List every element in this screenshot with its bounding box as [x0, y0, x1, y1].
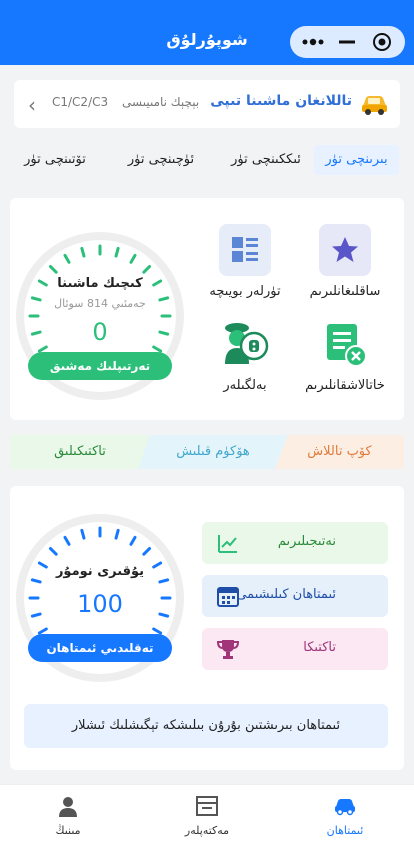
sequential-practice-button[interactable]: تەرتىپلىك مەشىق: [28, 352, 172, 380]
school-icon: [196, 796, 218, 816]
nav-mine-label: مىنىڭ: [55, 824, 81, 837]
bottom-navigation: مىنىڭ مەكتەپلەر ئىمتاھان: [0, 784, 414, 843]
close-target-icon[interactable]: [368, 32, 396, 52]
gauge-title: كىچىك ماشىنا: [57, 276, 143, 291]
favorites-tool[interactable]: ساقلىغانلىرىم: [295, 224, 395, 299]
mock-exam-button[interactable]: تەقلىدىي ئىمتاھان: [28, 634, 172, 662]
gauge-subtitle: جەمئىي 814 سوئال: [54, 297, 146, 310]
star-icon: [319, 224, 371, 276]
chapters-tool[interactable]: تۈرلەر بويىچە: [195, 224, 295, 299]
nav-mine[interactable]: مىنىڭ: [18, 795, 118, 837]
error-doc-icon: [319, 318, 371, 370]
app-header: شوپۇرلۇق: [0, 0, 414, 65]
exam-gauge-value: 100: [77, 590, 123, 618]
chapters-label: تۈرلەر بويىچە: [209, 284, 281, 299]
gauge-tick: [158, 578, 170, 584]
results-label: نەتىجىلىرىم: [277, 534, 336, 549]
tips-label: تاكتىكا: [303, 640, 336, 655]
more-icon[interactable]: [299, 32, 327, 52]
exam-panel: يۇقىرى نومۇر 100 تەقلىدىي ئىمتاھان نەتىج…: [10, 486, 404, 770]
schedule-card[interactable]: ئىمتاھان كىلىشىمى: [202, 575, 388, 617]
trophy-icon: [216, 640, 240, 659]
gauge-tick: [30, 578, 42, 584]
car-type-hint: بېچېك نامىيىسى: [122, 95, 200, 109]
mistakes-tool[interactable]: خاتالاشقانلىرىم: [295, 318, 395, 393]
tab-subject-3[interactable]: ئۈچىنچى تۈر: [112, 145, 210, 175]
practice-panel: كىچىك ماشىنا جەمئىي 814 سوئال 0 تەرتىپلى…: [10, 198, 404, 420]
subject-tabs: تۆتىنچى تۈر ئۈچىنچى تۈر ئىككىنچى تۈر بىر…: [14, 145, 400, 177]
gauge-value: 0: [92, 318, 108, 346]
gauge-tick: [80, 528, 86, 540]
exam-gauge-title: يۇقىرى نومۇر: [55, 564, 145, 579]
favorites-label: ساقلىغانلىرىم: [309, 284, 381, 299]
user-icon: [59, 797, 77, 817]
ribbon-stats[interactable]: تاكتىكىلىق: [10, 435, 150, 469]
practice-gauge[interactable]: كىچىك ماشىنا جەمئىي 814 سوئال 0 تەرتىپلى…: [14, 230, 186, 402]
nav-school[interactable]: مەكتەپلەر: [157, 795, 257, 837]
mistakes-label: خاتالاشقانلىرىم: [305, 378, 385, 393]
signs-label: بەلگىلەر: [223, 378, 267, 393]
car-type-title: تاللانغان ماشىنا تىپى: [210, 93, 352, 109]
traffic-police-icon: [219, 318, 271, 370]
schedule-label: ئىمتاھان كىلىشىمى: [236, 587, 336, 602]
exam-notice[interactable]: ئىمتاھان بىرىشتىن بۇرۇن بىلىشكە تېگىشلىك…: [24, 704, 388, 748]
gauge-tick: [114, 246, 120, 258]
tab-subject-2[interactable]: ئىككىنچى تۈر: [217, 145, 315, 175]
list-icon: [219, 224, 271, 276]
gauge-tick: [80, 246, 86, 258]
car-nav-icon: [335, 799, 355, 816]
minimize-icon[interactable]: [333, 32, 361, 52]
signs-tool[interactable]: بەلگىلەر: [195, 318, 295, 393]
miniprogram-capsule: [290, 26, 405, 58]
car-icon: [362, 96, 387, 115]
license-codes: C1/C2/C3: [52, 95, 109, 109]
gauge-tick: [114, 528, 120, 540]
nav-exam[interactable]: ئىمتاھان: [295, 795, 395, 837]
chevron-left-icon: ‹: [28, 93, 36, 117]
tips-card[interactable]: تاكتىكا: [202, 628, 388, 670]
nav-school-label: مەكتەپلەر: [184, 824, 230, 837]
results-card[interactable]: نەتىجىلىرىم: [202, 522, 388, 564]
ribbon-judge[interactable]: ھۆكۈم قىلىش: [138, 435, 288, 469]
exam-gauge[interactable]: يۇقىرى نومۇر 100 تەقلىدىي ئىمتاھان: [14, 512, 186, 684]
chart-up-icon: [218, 535, 237, 553]
ribbon-multiple-choice[interactable]: كۆپ تاللاش: [275, 435, 404, 469]
tab-subject-4[interactable]: تۆتىنچى تۈر: [14, 145, 96, 175]
tab-subject-1[interactable]: بىرىنچى تۈر: [314, 145, 399, 175]
car-type-selector[interactable]: ‹ C1/C2/C3 بېچېك نامىيىسى تاللانغان ماشى…: [14, 80, 400, 128]
nav-exam-label: ئىمتاھان: [326, 824, 364, 837]
